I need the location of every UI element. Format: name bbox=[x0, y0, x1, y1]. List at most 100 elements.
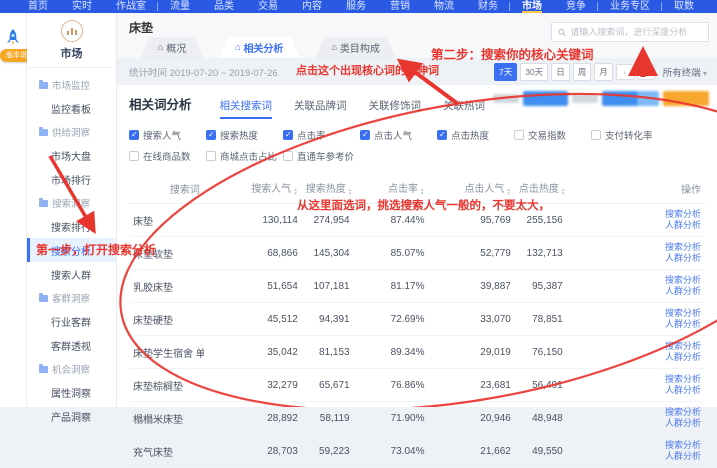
date-range-button[interactable]: 周 bbox=[573, 63, 592, 81]
table-row[interactable]: 床垫棕榈垫 32,279 65,671 76.86% 23,681 56,491… bbox=[129, 369, 705, 402]
search-input[interactable] bbox=[570, 27, 702, 37]
checkbox-icon[interactable] bbox=[360, 130, 370, 140]
search-analysis-link[interactable]: 搜索分析 bbox=[571, 407, 701, 418]
metric-checkbox-item[interactable]: 支付转化率 bbox=[591, 128, 668, 142]
checkbox-icon[interactable] bbox=[206, 130, 216, 140]
sidebar-item[interactable]: 搜索排行 bbox=[27, 214, 116, 238]
page-tab[interactable]: 概况 bbox=[141, 37, 203, 58]
page-tab[interactable]: 相关分析 bbox=[219, 37, 299, 58]
table-row[interactable]: 床垫 130,114 274,954 87.44% 95,769 255,156… bbox=[129, 204, 705, 237]
column-header[interactable]: 搜索词 bbox=[129, 174, 204, 204]
crowd-analysis-link[interactable]: 人群分析 bbox=[571, 253, 701, 264]
sidebar-item[interactable]: 搜索人群 bbox=[27, 262, 116, 286]
metric-checkbox-item[interactable]: 点击热度 bbox=[437, 128, 514, 142]
blurred-blue-button[interactable] bbox=[523, 91, 568, 106]
blurred-blue-button[interactable] bbox=[602, 91, 659, 106]
sidebar-app-entry[interactable]: 市场 bbox=[27, 13, 116, 68]
sort-icon[interactable] bbox=[420, 188, 424, 196]
nav-item[interactable]: 实时 bbox=[72, 1, 92, 13]
nav-item[interactable]: 营销 bbox=[390, 1, 410, 13]
nav-item[interactable]: 竞争 bbox=[566, 1, 586, 13]
crowd-analysis-link[interactable]: 人群分析 bbox=[571, 418, 701, 429]
search-analysis-link[interactable]: 搜索分析 bbox=[571, 308, 701, 319]
nav-item[interactable]: 取数 bbox=[674, 1, 694, 13]
next-arrow-button[interactable] bbox=[637, 64, 655, 80]
panel-subtab[interactable]: 关联热词 bbox=[443, 98, 485, 119]
panel-subtab[interactable]: 相关搜索词 bbox=[220, 98, 273, 119]
crowd-analysis-link[interactable]: 人群分析 bbox=[571, 319, 701, 330]
table-row[interactable]: 床垫软垫 68,866 145,304 85.07% 52,779 132,71… bbox=[129, 237, 705, 270]
nav-item[interactable]: 业务专区 bbox=[610, 1, 650, 13]
column-header[interactable]: 点击率 bbox=[354, 174, 429, 204]
checkbox-icon[interactable] bbox=[283, 151, 293, 161]
date-range-button[interactable]: 日 bbox=[551, 63, 570, 81]
search-analysis-link[interactable]: 搜索分析 bbox=[571, 440, 701, 451]
search-analysis-link[interactable]: 搜索分析 bbox=[571, 209, 701, 220]
metric-checkbox-item[interactable]: 商城点击占比 bbox=[206, 149, 283, 163]
table-row[interactable]: 充气床垫 28,703 59,223 73.04% 21,662 49,550 … bbox=[129, 435, 705, 468]
nav-item[interactable]: 服务 bbox=[346, 1, 366, 13]
column-header[interactable]: 点击人气 bbox=[428, 174, 514, 204]
search-analysis-link[interactable]: 搜索分析 bbox=[571, 374, 701, 385]
metric-checkbox-item[interactable]: 搜索热度 bbox=[206, 128, 283, 142]
search-analysis-link[interactable]: 搜索分析 bbox=[571, 275, 701, 286]
nav-item[interactable]: 内容 bbox=[302, 1, 322, 13]
table-row[interactable]: 乳胶床垫 51,654 107,181 81.17% 39,887 95,387… bbox=[129, 270, 705, 303]
date-range-button[interactable]: 30天 bbox=[520, 63, 548, 81]
search-analysis-link[interactable]: 搜索分析 bbox=[571, 242, 701, 253]
rocket-icon[interactable] bbox=[5, 29, 21, 47]
date-range-button[interactable]: 7天 bbox=[494, 63, 517, 81]
sidebar-item[interactable]: 客群透视 bbox=[27, 333, 116, 357]
metric-checkbox-item[interactable]: 在线商品数 bbox=[129, 149, 206, 163]
sidebar-item[interactable]: 市场大盘 bbox=[27, 143, 116, 167]
checkbox-icon[interactable] bbox=[283, 130, 293, 140]
metric-checkbox-item[interactable]: 搜索人气 bbox=[129, 128, 206, 142]
checkbox-icon[interactable] bbox=[129, 151, 139, 161]
sort-icon[interactable] bbox=[561, 188, 565, 196]
table-row[interactable]: 床垫学生宿舍 单人 35,042 81,153 89.34% 29,019 76… bbox=[129, 336, 705, 369]
nav-item[interactable]: 财务 bbox=[478, 1, 498, 13]
panel-subtab[interactable]: 关联品牌词 bbox=[294, 98, 347, 119]
sort-icon[interactable] bbox=[348, 188, 352, 196]
nav-item[interactable]: 物流 bbox=[434, 1, 454, 13]
nav-item[interactable]: 品类 bbox=[214, 1, 234, 13]
nav-item[interactable]: 作战室 bbox=[116, 1, 146, 13]
metric-checkbox-item[interactable]: 点击人气 bbox=[360, 128, 437, 142]
panel-subtab[interactable]: 关联修饰词 bbox=[369, 98, 422, 119]
crowd-analysis-link[interactable]: 人群分析 bbox=[571, 451, 701, 462]
sort-icon[interactable] bbox=[293, 188, 297, 196]
column-header[interactable]: 搜索热度 bbox=[302, 174, 354, 204]
checkbox-icon[interactable] bbox=[206, 151, 216, 161]
crowd-analysis-link[interactable]: 人群分析 bbox=[571, 220, 701, 231]
column-header[interactable]: 点击热度 bbox=[515, 174, 567, 204]
checkbox-icon[interactable] bbox=[129, 130, 139, 140]
blurred-orange-button[interactable] bbox=[663, 91, 709, 106]
terminal-filter-dropdown[interactable]: 所有终端 bbox=[663, 65, 707, 79]
nav-item[interactable]: 首页 bbox=[28, 1, 48, 13]
sidebar-item[interactable]: 产品洞察 bbox=[27, 404, 116, 428]
crowd-analysis-link[interactable]: 人群分析 bbox=[571, 352, 701, 363]
nav-item[interactable]: 交易 bbox=[258, 1, 278, 13]
search-analysis-link[interactable]: 搜索分析 bbox=[571, 341, 701, 352]
sort-icon[interactable] bbox=[506, 188, 510, 196]
date-range-button[interactable]: 月 bbox=[594, 63, 613, 81]
page-tab[interactable]: 类目构成 bbox=[315, 37, 395, 58]
metric-checkbox-item[interactable]: 点击率 bbox=[283, 128, 360, 142]
checkbox-icon[interactable] bbox=[591, 130, 601, 140]
column-header[interactable]: 操作 bbox=[567, 174, 705, 204]
sidebar-item[interactable]: 行业客群 bbox=[27, 309, 116, 333]
sidebar-item[interactable]: 搜索分析 bbox=[27, 238, 116, 262]
prev-arrow-button[interactable] bbox=[616, 64, 634, 80]
checkbox-icon[interactable] bbox=[514, 130, 524, 140]
nav-item[interactable]: 流量 bbox=[170, 1, 190, 13]
column-header[interactable]: 搜索人气 bbox=[204, 174, 302, 204]
nav-item[interactable]: 市场 bbox=[522, 1, 542, 13]
checkbox-icon[interactable] bbox=[437, 130, 447, 140]
metric-checkbox-item[interactable]: 直通车参考价 bbox=[283, 149, 360, 163]
table-row[interactable]: 榻榻米床垫 28,892 58,119 71.90% 20,946 48,948… bbox=[129, 402, 705, 435]
sidebar-item[interactable]: 监控看板 bbox=[27, 96, 116, 120]
crowd-analysis-link[interactable]: 人群分析 bbox=[571, 385, 701, 396]
sidebar-item[interactable]: 市场排行 bbox=[27, 167, 116, 191]
crowd-analysis-link[interactable]: 人群分析 bbox=[571, 286, 701, 297]
metric-checkbox-item[interactable]: 交易指数 bbox=[514, 128, 591, 142]
